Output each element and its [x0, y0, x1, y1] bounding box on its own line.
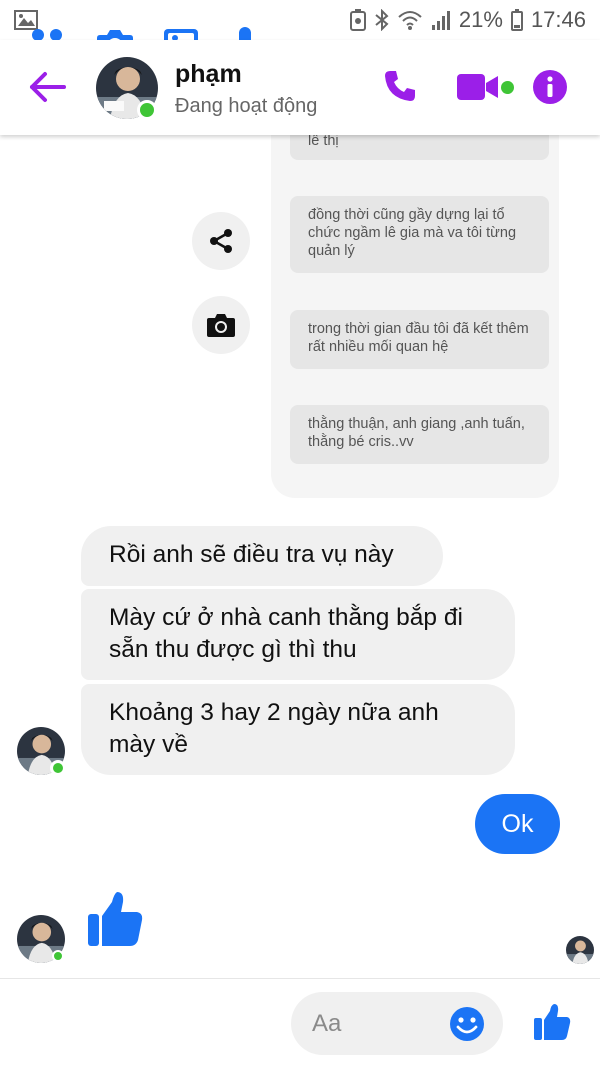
contact-name[interactable]: phạm: [175, 60, 242, 89]
status-bar: 21% 17:46: [0, 0, 600, 40]
camera-button[interactable]: [192, 296, 250, 354]
outgoing-message[interactable]: Ok: [475, 794, 560, 854]
battery-icon: [510, 9, 523, 31]
back-arrow-icon[interactable]: [28, 70, 68, 104]
thumbs-up-send-icon[interactable]: [533, 1003, 571, 1041]
share-button[interactable]: [192, 212, 250, 270]
phone-call-icon[interactable]: [382, 68, 418, 104]
contact-active-status: Đang hoạt động: [175, 95, 318, 117]
conversation-header: phạm Đang hoạt động: [0, 40, 600, 135]
message-input-placeholder: Aa: [312, 1010, 342, 1037]
share-icon: [210, 229, 232, 253]
thumbs-up-sticker-icon[interactable]: [86, 890, 144, 948]
camera-icon: [207, 314, 235, 337]
signal-icon: [431, 11, 450, 30]
battery-saver-icon: [349, 9, 366, 31]
read-receipt-avatar: [566, 936, 594, 964]
bluetooth-icon: [375, 9, 389, 31]
video-call-icon[interactable]: [456, 72, 500, 102]
clock: 17:46: [530, 7, 586, 32]
info-icon[interactable]: [532, 69, 568, 105]
emoji-icon[interactable]: [449, 1006, 485, 1042]
online-indicator: [137, 100, 157, 120]
incoming-message[interactable]: Rồi anh sẽ điều tra vụ này: [81, 526, 443, 586]
shared-message-bubble: trong thời gian đầu tôi đã kết thêm rất …: [290, 310, 549, 369]
shared-message-bubble: đồng thời cũng gầy dựng lại tổ chức ngầm…: [290, 196, 549, 273]
wifi-icon: [398, 11, 422, 30]
battery-percent: 21%: [458, 7, 503, 32]
incoming-message[interactable]: Mày cứ ở nhà canh thằng bắp đi sẵn thu đ…: [81, 589, 515, 680]
incoming-message[interactable]: Khoảng 3 hay 2 ngày nữa anh mày về: [81, 684, 515, 775]
shared-message-bubble: thằng thuận, anh giang ,anh tuấn, thằng …: [290, 405, 549, 464]
online-indicator: [52, 950, 64, 962]
online-indicator: [50, 760, 66, 776]
video-online-dot: [501, 81, 514, 94]
